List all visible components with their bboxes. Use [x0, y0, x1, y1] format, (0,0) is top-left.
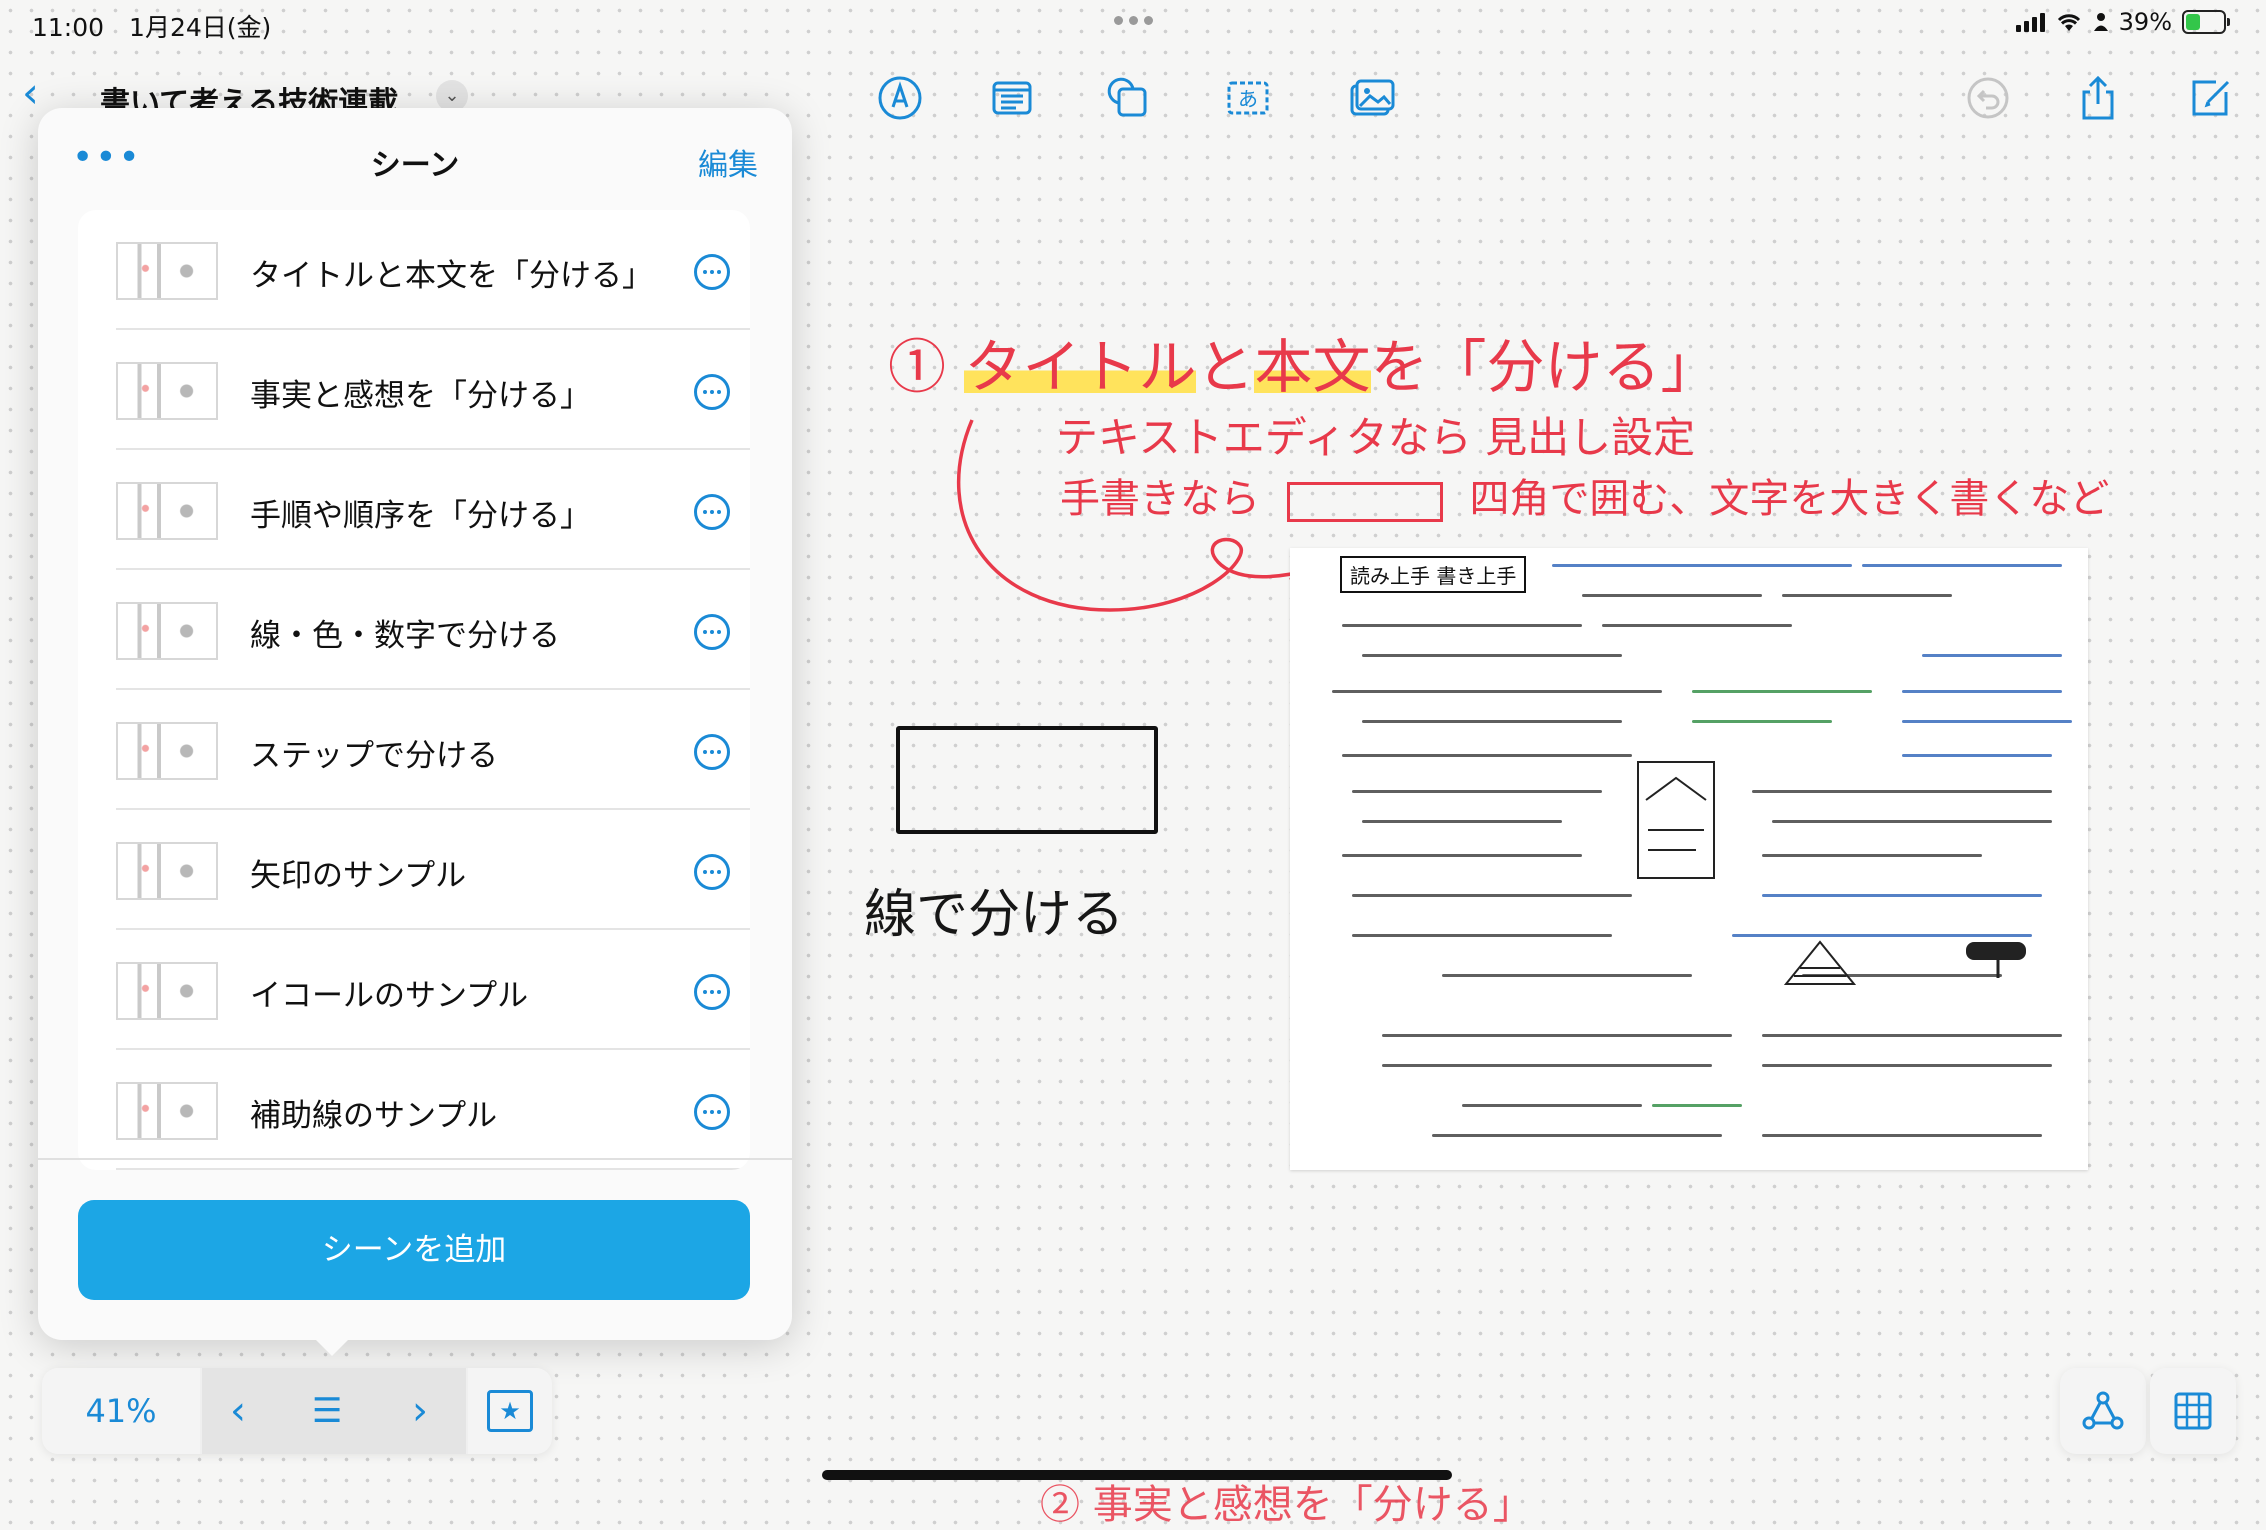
note-title: 読み上手 書き上手	[1340, 556, 1527, 593]
scenes-panel: ••• シーン 編集 タイトルと本文を「分ける」 事実と感想を「分ける」 手順や…	[38, 108, 792, 1340]
scene-list-icon[interactable]: ☰	[312, 1368, 342, 1454]
scene-more-icon[interactable]	[694, 974, 730, 1010]
popover-arrow	[310, 1334, 354, 1356]
scene-item[interactable]: 事実と感想を「分ける」	[78, 330, 750, 450]
scene-more-icon[interactable]	[694, 374, 730, 410]
scene-thumbnail	[116, 482, 218, 540]
book-sketch-icon	[1637, 761, 1715, 879]
scene-more-icon[interactable]	[694, 734, 730, 770]
panel-divider	[38, 1158, 792, 1160]
status-right: 39%	[2015, 8, 2230, 36]
red-arrow-icon	[956, 419, 1316, 612]
back-button[interactable]: ‹	[22, 72, 39, 114]
add-scene-star-button[interactable]: ★	[468, 1368, 552, 1454]
scene-list: タイトルと本文を「分ける」 事実と感想を「分ける」 手順や順序を「分ける」 線・…	[78, 210, 750, 1170]
star-icon: ★	[487, 1390, 533, 1432]
sketch-rectangle	[896, 726, 1158, 834]
zoom-level-button[interactable]: 41%	[42, 1368, 200, 1454]
shapes-icon[interactable]	[1100, 70, 1156, 126]
scene-item[interactable]: 補助線のサンプル	[78, 1050, 750, 1170]
scene-navigator: 41% ‹ ☰ › ★	[42, 1368, 552, 1454]
scene-item[interactable]: 矢印のサンプル	[78, 810, 750, 930]
connector-icon	[2082, 1391, 2124, 1430]
svg-text:あ: あ	[1238, 87, 1258, 111]
scene-thumbnail	[116, 602, 218, 660]
wifi-icon	[2057, 14, 2080, 31]
canvas-heading-and: と	[1196, 333, 1255, 401]
scene-label: イコールのサンプル	[250, 978, 529, 1014]
grid-toggle-button[interactable]	[2150, 1368, 2236, 1454]
canvas-heading-title: タイトル	[964, 333, 1197, 401]
scene-nav-controls: ‹ ☰ ›	[202, 1368, 466, 1454]
add-scene-button[interactable]: シーンを追加	[78, 1200, 750, 1300]
canvas-heading-number: ①	[888, 333, 947, 401]
paint-roller-sketch-icon	[1966, 942, 2026, 978]
previous-scene-icon[interactable]: ‹	[230, 1368, 246, 1454]
scene-label: タイトルと本文を「分ける」	[250, 258, 653, 294]
canvas-heading-body: 本文	[1254, 333, 1371, 401]
canvas-heading: ① タイトルと本文を「分ける」	[888, 320, 1719, 404]
scene-thumbnail	[116, 722, 218, 780]
scene-more-icon[interactable]	[694, 1094, 730, 1130]
next-scene-icon[interactable]: ›	[412, 1368, 428, 1454]
scene-thumbnail	[116, 842, 218, 900]
scene-label: 手順や順序を「分ける」	[250, 498, 591, 534]
scene-thumbnail	[116, 362, 218, 420]
scene-more-icon[interactable]	[694, 494, 730, 530]
scene-item[interactable]: 線・色・数字で分ける	[78, 570, 750, 690]
battery-percent: 39%	[2118, 8, 2172, 36]
scene-label: ステップで分ける	[250, 738, 498, 774]
sticky-text-icon[interactable]: あ	[1220, 70, 1276, 126]
status-bar: 11:00 1月24日(金) 39%	[0, 0, 2266, 50]
text-box-icon[interactable]	[984, 70, 1040, 126]
scene-label: 事実と感想を「分ける」	[250, 378, 591, 414]
media-icon[interactable]	[1344, 70, 1400, 126]
signal-icon	[2015, 12, 2045, 32]
edit-scenes-button[interactable]: 編集	[698, 140, 758, 184]
undo-icon[interactable]	[1960, 70, 2016, 126]
share-icon[interactable]	[2070, 70, 2126, 126]
scenes-panel-title: シーン	[370, 148, 460, 183]
canvas-line-handwriting-b: 四角で囲む、文字を大きく書くなど	[1469, 476, 2110, 522]
grid-icon	[2174, 1392, 2212, 1430]
scene-item[interactable]: 手順や順序を「分ける」	[78, 450, 750, 570]
scene-thumbnail	[116, 242, 218, 300]
scene-thumbnail	[116, 962, 218, 1020]
notebook-scan-image[interactable]: 読み上手 書き上手	[1290, 548, 2088, 1170]
scene-more-icon[interactable]	[694, 614, 730, 650]
battery-icon	[2182, 10, 2230, 34]
next-heading-partial: ② 事実と感想を「分ける」	[1040, 1482, 1533, 1528]
scene-item[interactable]: ステップで分ける	[78, 690, 750, 810]
scene-more-icon[interactable]	[694, 254, 730, 290]
status-time: 11:00 1月24日(金)	[32, 13, 272, 42]
lines-caption: 線で分ける	[864, 885, 1125, 945]
scene-item[interactable]: タイトルと本文を「分ける」	[78, 210, 750, 330]
compose-icon[interactable]	[2182, 70, 2238, 126]
person-icon	[2093, 13, 2108, 31]
multitasking-handle[interactable]	[1114, 16, 1153, 25]
scene-label: 矢印のサンプル	[250, 858, 467, 894]
connector-tool-button[interactable]	[2060, 1368, 2146, 1454]
home-indicator[interactable]	[822, 1470, 1452, 1480]
scene-more-icon[interactable]	[694, 854, 730, 890]
scene-label: 線・色・数字で分ける	[250, 618, 560, 654]
pen-tool-icon[interactable]	[872, 70, 928, 126]
scene-thumbnail	[116, 1082, 218, 1140]
pyramid-sketch-icon	[1783, 940, 1857, 985]
scene-label: 補助線のサンプル	[250, 1098, 498, 1134]
canvas-heading-rest: を「分ける」	[1370, 333, 1719, 401]
scene-item[interactable]: イコールのサンプル	[78, 930, 750, 1050]
